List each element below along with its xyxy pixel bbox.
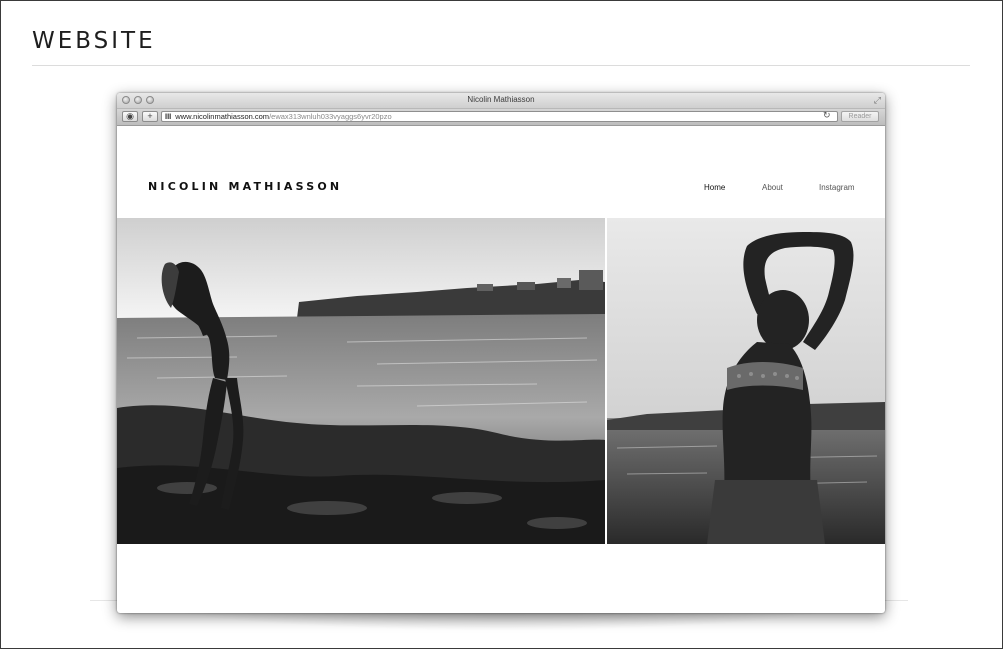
site-favicon-icon: lll (165, 112, 172, 121)
url-host: www.nicolinmathiasson.com (175, 112, 270, 121)
url-path: /ewax313wnluh033vyaggs6yvr20pzo (269, 112, 392, 121)
section-divider (32, 65, 970, 66)
nav-about[interactable]: About (762, 183, 783, 192)
reader-button[interactable]: Reader (841, 111, 879, 122)
browser-titlebar: Nicolin Mathiasson ⤢ (117, 93, 885, 109)
address-bar[interactable]: lll www.nicolinmathiasson.com/ewax313wnlu… (161, 111, 838, 122)
fullscreen-icon[interactable]: ⤢ (874, 95, 881, 106)
nav-instagram[interactable]: Instagram (819, 183, 855, 192)
site-logo[interactable]: NICOLIN MATHIASSON (148, 180, 342, 193)
share-button[interactable]: ◉ (122, 111, 138, 122)
add-tab-button[interactable]: + (142, 111, 158, 122)
share-icon: ◉ (126, 111, 134, 121)
browser-window: Nicolin Mathiasson ⤢ ◉ + lll www.nicolinm… (117, 93, 885, 613)
hero-photo-left (117, 218, 605, 544)
reload-icon[interactable]: ↻ (823, 110, 831, 121)
nav-home[interactable]: Home (704, 183, 725, 192)
hero-photo-right (607, 218, 885, 544)
window-title: Nicolin Mathiasson (467, 95, 535, 104)
section-title: WEBSITE (32, 28, 156, 54)
browser-toolbar: ◉ + lll www.nicolinmathiasson.com/ewax313… (117, 109, 885, 126)
